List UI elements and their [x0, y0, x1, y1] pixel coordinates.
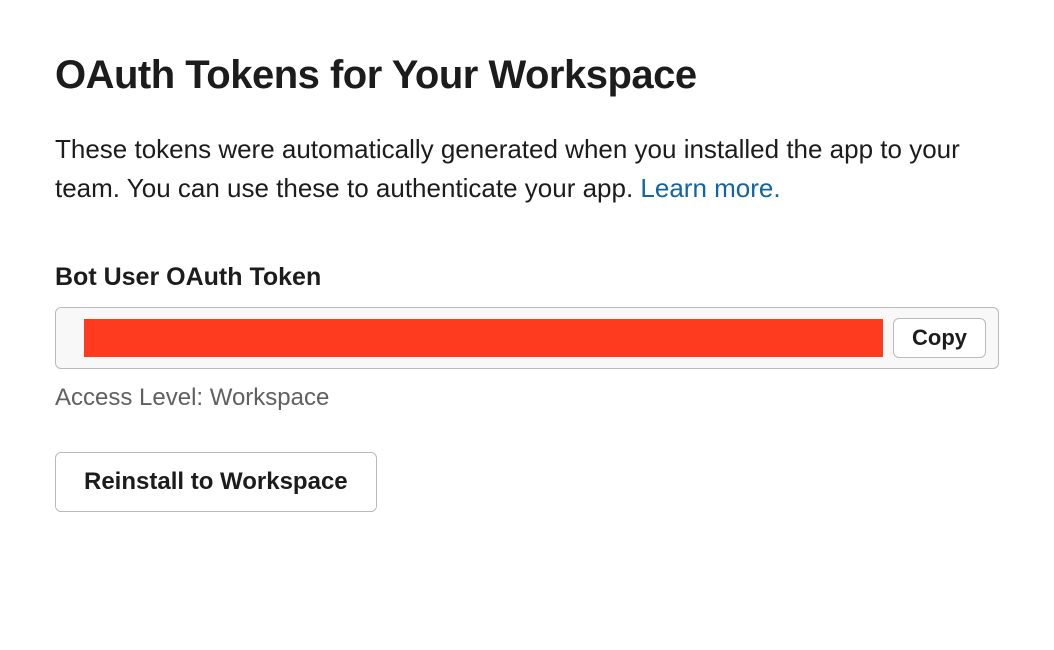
bot-token-value-redacted[interactable] [84, 319, 883, 357]
description-body: These tokens were automatically generate… [55, 134, 960, 203]
page-heading: OAuth Tokens for Your Workspace [55, 50, 999, 100]
reinstall-workspace-button[interactable]: Reinstall to Workspace [55, 452, 377, 512]
bot-token-label: Bot User OAuth Token [55, 263, 999, 292]
learn-more-link[interactable]: Learn more. [640, 173, 780, 203]
bot-token-field: Copy [55, 307, 999, 369]
description-text: These tokens were automatically generate… [55, 130, 999, 208]
copy-button[interactable]: Copy [893, 318, 986, 358]
access-level-text: Access Level: Workspace [55, 384, 999, 412]
